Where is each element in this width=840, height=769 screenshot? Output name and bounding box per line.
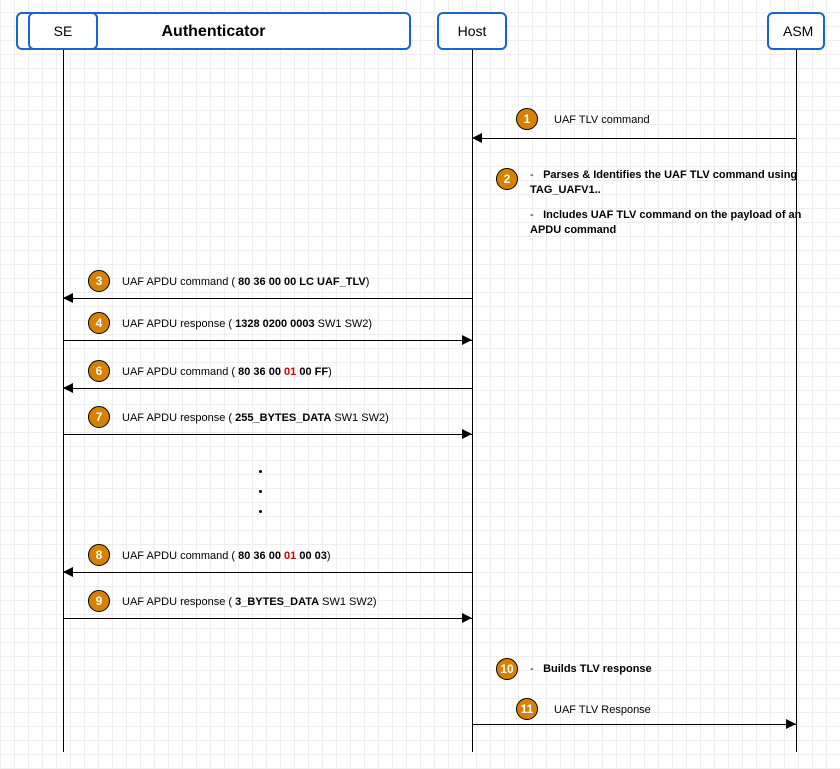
step-9-suffix: SW1 SW2) — [319, 596, 376, 608]
step-badge-1: 1 — [516, 108, 538, 130]
arrowhead-step-6 — [63, 383, 73, 393]
arrowhead-step-3 — [63, 293, 73, 303]
arrow-step-11 — [472, 724, 796, 725]
arrow-step-3 — [63, 298, 472, 299]
step-3-suffix: ) — [366, 276, 370, 288]
step-3-label: UAF APDU command ( 80 36 00 00 LC UAF_TL… — [120, 275, 371, 289]
step-badge-2: 2 — [496, 168, 518, 190]
step-7-prefix: UAF APDU response ( — [122, 412, 235, 424]
step-8-bold2: 00 03 — [296, 550, 327, 562]
step-4-bold: 1328 0200 0003 — [235, 318, 315, 330]
step-badge-6: 6 — [88, 360, 110, 382]
arrowhead-step-9 — [462, 613, 472, 623]
participant-se: SE — [28, 12, 98, 50]
step-4-suffix: SW1 SW2) — [315, 318, 372, 330]
step-7-bold: 255_BYTES_DATA — [235, 412, 331, 424]
arrowhead-step-7 — [462, 429, 472, 439]
arrow-step-8 — [63, 572, 472, 573]
step-badge-9: 9 — [88, 590, 110, 612]
step-8-suffix: ) — [327, 550, 331, 562]
step-6-bold: 80 36 00 — [238, 366, 284, 378]
step-badge-11: 11 — [516, 698, 538, 720]
participant-host-label: Host — [458, 23, 487, 39]
step-8-label: UAF APDU command ( 80 36 00 01 00 03) — [120, 549, 333, 563]
step-6-label: UAF APDU command ( 80 36 00 01 00 FF) — [120, 365, 334, 379]
step-7-suffix: SW1 SW2) — [331, 412, 388, 424]
arrowhead-step-11 — [786, 719, 796, 729]
step-3-prefix: UAF APDU command ( — [122, 276, 238, 288]
step-10-note-line1: Builds TLV response — [543, 663, 652, 675]
step-4-prefix: UAF APDU response ( — [122, 318, 235, 330]
step-badge-8: 8 — [88, 544, 110, 566]
step-4-label: UAF APDU response ( 1328 0200 0003 SW1 S… — [120, 317, 374, 331]
step-6-prefix: UAF APDU command ( — [122, 366, 238, 378]
lifeline-asm — [796, 50, 797, 752]
arrowhead-step-4 — [462, 335, 472, 345]
step-6-bold2: 00 FF — [296, 366, 328, 378]
step-9-prefix: UAF APDU response ( — [122, 596, 235, 608]
step-2-note-line2: Includes UAF TLV command on the payload … — [530, 209, 801, 236]
step-9-bold: 3_BYTES_DATA — [235, 596, 319, 608]
step-badge-7: 7 — [88, 406, 110, 428]
step-badge-10: 10 — [496, 658, 518, 680]
step-8-red: 01 — [284, 550, 296, 562]
step-7-label: UAF APDU response ( 255_BYTES_DATA SW1 S… — [120, 411, 391, 425]
step-2-note: - Parses & Identifies the UAF TLV comman… — [530, 168, 820, 237]
step-2-note-line1: Parses & Identifies the UAF TLV command … — [530, 169, 797, 196]
lifeline-se — [63, 50, 64, 752]
participant-authenticator-label: Authenticator — [162, 14, 266, 50]
arrowhead-step-1 — [472, 133, 482, 143]
arrowhead-step-8 — [63, 567, 73, 577]
participant-se-label: SE — [54, 23, 73, 39]
arrow-step-1 — [472, 138, 796, 139]
step-10-note: - Builds TLV response — [530, 662, 652, 677]
ellipsis-dot — [259, 470, 262, 473]
participant-asm: ASM — [767, 12, 825, 50]
ellipsis-dot — [259, 510, 262, 513]
step-badge-3: 3 — [88, 270, 110, 292]
step-9-label: UAF APDU response ( 3_BYTES_DATA SW1 SW2… — [120, 595, 379, 609]
participant-host: Host — [437, 12, 507, 50]
step-1-label: UAF TLV command — [552, 113, 652, 127]
arrow-step-4 — [63, 340, 472, 341]
ellipsis-dot — [259, 490, 262, 493]
step-11-label: UAF TLV Response — [552, 703, 653, 717]
step-6-red: 01 — [284, 366, 296, 378]
step-3-bold: 80 36 00 00 LC UAF_TLV — [238, 276, 366, 288]
lifeline-host — [472, 50, 473, 752]
arrow-step-7 — [63, 434, 472, 435]
step-badge-4: 4 — [88, 312, 110, 334]
step-6-suffix: ) — [328, 366, 332, 378]
arrow-step-6 — [63, 388, 472, 389]
arrow-step-9 — [63, 618, 472, 619]
participant-asm-label: ASM — [783, 23, 813, 39]
step-8-prefix: UAF APDU command ( — [122, 550, 238, 562]
step-8-bold: 80 36 00 — [238, 550, 284, 562]
